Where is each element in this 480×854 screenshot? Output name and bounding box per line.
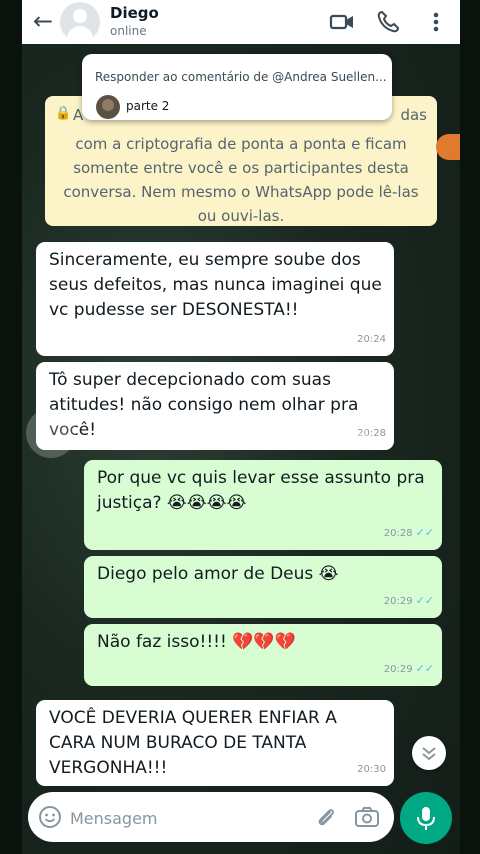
message-input[interactable]: [68, 802, 302, 834]
message-bubble[interactable]: Sinceramente, eu sempre soube dos seus d…: [36, 242, 394, 356]
message-input-bar: [28, 792, 394, 842]
contact-name[interactable]: Diego: [110, 4, 159, 22]
reply-title: Responder ao comentário de @Andrea Suell…: [95, 70, 387, 84]
phone-icon[interactable]: [374, 8, 402, 36]
contact-status: online: [110, 24, 147, 38]
read-tick-icon: ✓✓: [415, 662, 434, 675]
message-bubble[interactable]: VOCÊ DEVERIA QUERER ENFIAR A CARA NUM BU…: [36, 700, 394, 786]
chat-header: ← Diego online: [22, 0, 460, 44]
message-text: Sinceramente, eu sempre soube dos seus d…: [49, 250, 382, 320]
message-time: 20:24: [357, 334, 386, 345]
right-letterbox: [460, 0, 480, 854]
message-bubble[interactable]: Não faz isso!!!! 💔💔💔 20:29 ✓✓: [84, 624, 442, 686]
message-meta: 20:29 ✓✓: [384, 656, 434, 682]
message-text: Não faz isso!!!! 💔💔💔: [97, 632, 296, 652]
camera-icon[interactable]: [354, 805, 380, 829]
scroll-to-bottom-button[interactable]: [412, 736, 446, 770]
message-time: 20:30: [357, 764, 386, 775]
message-bubble[interactable]: Diego pelo amor de Deus 😭 20:29 ✓✓: [84, 556, 442, 618]
video-call-icon[interactable]: [328, 8, 356, 36]
message-bubble[interactable]: Por que vc quis levar esse assunto pra j…: [84, 460, 442, 550]
lock-icon: 🔒: [55, 106, 72, 121]
watermark-logo: [26, 408, 76, 458]
watermark-text: ira: [322, 412, 372, 456]
emoji-icon[interactable]: [38, 805, 62, 829]
encryption-notice-end: das: [400, 106, 427, 124]
read-tick-icon: ✓✓: [415, 594, 434, 607]
message-time: 20:29: [383, 664, 413, 675]
message-meta: 20:28 ✓✓: [384, 520, 434, 546]
reply-comment-card[interactable]: Responder ao comentário de @Andrea Suell…: [82, 54, 392, 120]
reply-avatar: [96, 95, 120, 119]
message-time: 20:29: [383, 596, 413, 607]
read-tick-icon: ✓✓: [415, 526, 434, 539]
mic-button[interactable]: [400, 792, 452, 844]
reply-label: parte 2: [126, 99, 170, 113]
mic-icon: [417, 807, 435, 830]
message-text: Por que vc quis levar esse assunto pra j…: [97, 468, 425, 513]
encryption-notice-text: com a criptografia de ponta a ponta e fi…: [63, 135, 419, 225]
more-vert-icon[interactable]: [422, 8, 450, 36]
attach-icon[interactable]: [314, 805, 338, 829]
message-text: Diego pelo amor de Deus 😭: [97, 564, 339, 584]
message-text: VOCÊ DEVERIA QUERER ENFIAR A CARA NUM BU…: [49, 708, 337, 778]
back-arrow-icon[interactable]: ←: [28, 6, 58, 36]
overlay-badge: [436, 134, 460, 160]
avatar[interactable]: [60, 2, 100, 42]
left-letterbox: [0, 0, 22, 854]
message-time: 20:28: [383, 528, 413, 539]
chevron-down-icon: [422, 747, 436, 761]
message-meta: 20:29 ✓✓: [384, 588, 434, 614]
chat-screen: ← Diego online Responder ao comentário d…: [22, 0, 460, 854]
